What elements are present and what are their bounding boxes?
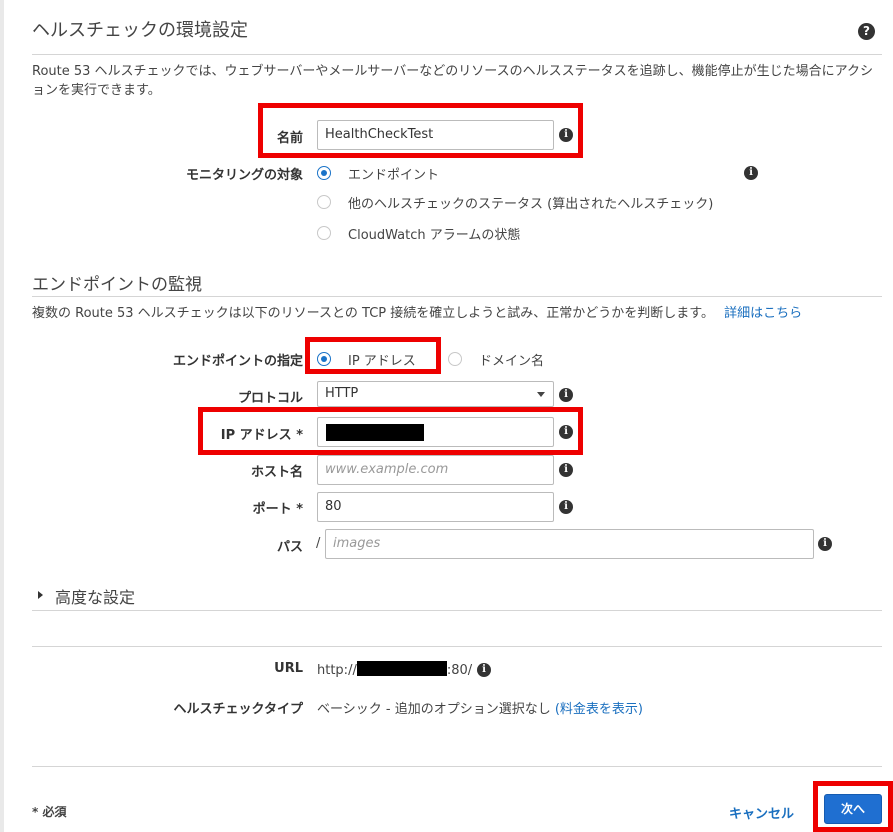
path-label: パス bbox=[276, 540, 303, 555]
info-icon[interactable]: i bbox=[559, 128, 573, 142]
info-icon[interactable]: i bbox=[559, 425, 573, 439]
ip-address-input[interactable] bbox=[317, 417, 554, 447]
page-title: ヘルスチェックの環境設定 bbox=[32, 20, 248, 41]
redacted-host bbox=[356, 661, 447, 676]
next-button[interactable]: 次へ bbox=[824, 794, 882, 824]
type-label: ヘルスチェックタイプ bbox=[173, 702, 303, 717]
info-icon[interactable]: i bbox=[744, 166, 758, 180]
radio-endpoint-label: エンドポイント bbox=[348, 168, 440, 183]
divider bbox=[32, 766, 882, 767]
port-label: ポート * bbox=[252, 502, 303, 517]
left-border bbox=[0, 0, 4, 832]
endpoint-section-title: エンドポイントの監視 bbox=[32, 275, 202, 295]
radio-ip-address[interactable] bbox=[317, 352, 331, 366]
monitor-label: モニタリングの対象 bbox=[185, 168, 303, 183]
divider bbox=[32, 296, 882, 297]
host-input[interactable]: www.example.com bbox=[317, 455, 554, 485]
cancel-link[interactable]: キャンセル bbox=[729, 803, 794, 822]
url-prefix: http:// bbox=[317, 663, 357, 678]
advanced-settings-toggle[interactable]: 高度な設定 bbox=[55, 584, 135, 608]
pricing-link[interactable]: (料金表を表示) bbox=[555, 702, 643, 717]
radio-domain[interactable] bbox=[448, 352, 462, 366]
protocol-select[interactable]: HTTP bbox=[317, 381, 554, 407]
url-value: http:// :80/ bbox=[317, 661, 472, 678]
radio-domain-label: ドメイン名 bbox=[479, 354, 545, 369]
path-input[interactable]: images bbox=[325, 529, 814, 559]
info-icon[interactable]: i bbox=[818, 537, 832, 551]
info-icon[interactable]: i bbox=[559, 463, 573, 477]
radio-calculated[interactable] bbox=[317, 195, 331, 209]
chevron-down-icon bbox=[537, 392, 545, 397]
type-value: ベーシック - 追加のオプション選択なし (料金表を表示) bbox=[317, 698, 643, 717]
radio-calculated-label: 他のヘルスチェックのステータス (算出されたヘルスチェック) bbox=[348, 197, 714, 212]
info-icon[interactable]: i bbox=[477, 663, 491, 677]
radio-ip-address-label: IP アドレス bbox=[348, 354, 416, 369]
required-note: * 必須 bbox=[32, 805, 67, 819]
caret-right-icon[interactable] bbox=[38, 591, 43, 599]
info-icon[interactable]: i bbox=[559, 500, 573, 514]
url-suffix: :80/ bbox=[446, 663, 473, 678]
port-input[interactable]: 80 bbox=[317, 492, 554, 522]
type-value-text: ベーシック - 追加のオプション選択なし bbox=[317, 702, 551, 717]
path-prefix: / bbox=[316, 536, 321, 551]
endpoint-description-text: 複数の Route 53 ヘルスチェックは以下のリソースとの TCP 接続を確立… bbox=[32, 306, 714, 321]
name-label: 名前 bbox=[276, 131, 303, 146]
radio-endpoint[interactable] bbox=[317, 166, 331, 180]
divider bbox=[32, 646, 882, 647]
help-icon[interactable]: ? bbox=[858, 23, 875, 40]
divider bbox=[32, 610, 882, 611]
protocol-label: プロトコル bbox=[237, 391, 303, 406]
name-input[interactable]: HealthCheckTest bbox=[317, 120, 554, 150]
ip-address-label: IP アドレス * bbox=[220, 428, 303, 443]
divider bbox=[32, 54, 882, 55]
url-label: URL bbox=[274, 661, 303, 676]
redacted-value bbox=[326, 424, 424, 441]
learn-more-link[interactable]: 詳細はこちら bbox=[724, 306, 802, 321]
radio-cloudwatch-label: CloudWatch アラームの状態 bbox=[348, 228, 521, 243]
endpoint-description: 複数の Route 53 ヘルスチェックは以下のリソースとの TCP 接続を確立… bbox=[32, 304, 802, 323]
specify-label: エンドポイントの指定 bbox=[172, 354, 303, 369]
host-label: ホスト名 bbox=[250, 465, 303, 480]
protocol-value: HTTP bbox=[325, 386, 359, 401]
page-description: Route 53 ヘルスチェックでは、ウェブサーバーやメールサーバーなどのリソー… bbox=[32, 64, 873, 98]
radio-cloudwatch[interactable] bbox=[317, 226, 331, 240]
info-icon[interactable]: i bbox=[559, 388, 573, 402]
